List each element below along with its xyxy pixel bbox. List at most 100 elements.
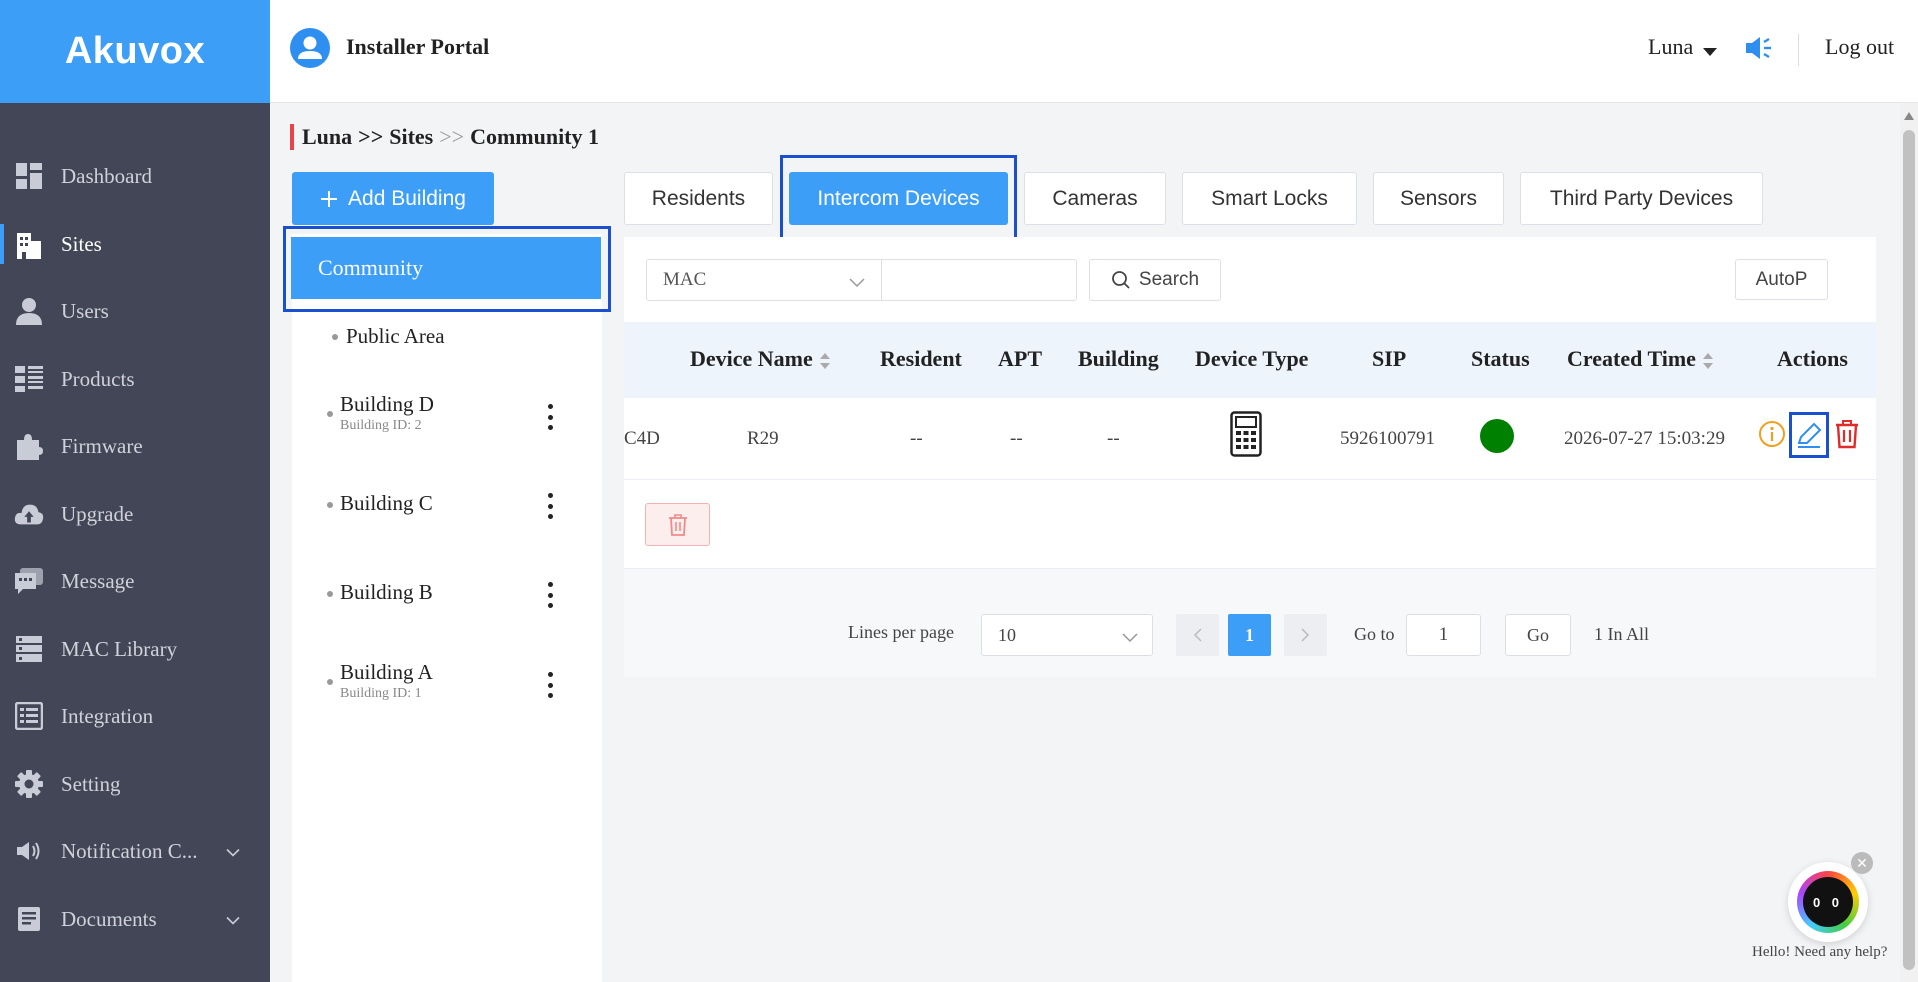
sidebar-item-message[interactable]: Message [0, 553, 270, 609]
go-to-page-input[interactable]: 1 [1406, 614, 1481, 656]
breadcrumb-item-luna[interactable]: Luna [302, 124, 352, 150]
chevron-down-icon [226, 839, 240, 864]
autop-button[interactable]: AutoP [1735, 259, 1828, 300]
highlight-box [780, 155, 1017, 241]
list-icon [14, 364, 44, 394]
tree-item-building-a[interactable]: Building A Building ID: 1 [292, 660, 592, 710]
chevron-down-icon [226, 907, 240, 932]
caret-down-icon[interactable] [1703, 44, 1717, 62]
breadcrumb: Luna >> Sites >> Community 1 [290, 124, 599, 150]
sidebar-item-mac-library[interactable]: MAC Library [0, 621, 270, 677]
tree-item-building-c[interactable]: Building C [292, 488, 592, 522]
cloud-upload-icon [14, 499, 44, 529]
scroll-up-arrow-icon[interactable] [1903, 108, 1915, 126]
logout-link[interactable]: Log out [1825, 34, 1894, 60]
integration-icon [14, 701, 44, 731]
column-header-device-name[interactable]: Device Name [690, 346, 831, 372]
column-header-created-time[interactable]: Created Time [1567, 346, 1714, 372]
batch-delete-button[interactable] [645, 503, 710, 546]
tab-residents[interactable]: Residents [624, 172, 773, 225]
search-input[interactable] [881, 259, 1077, 301]
sidebar-item-users[interactable]: Users [0, 283, 270, 339]
message-icon [14, 566, 44, 596]
total-count: 1 In All [1594, 624, 1650, 644]
breadcrumb-separator: >> [439, 124, 465, 149]
more-vertical-icon[interactable] [543, 672, 557, 698]
add-building-button[interactable]: Add Building [292, 172, 494, 225]
sort-icon[interactable] [1702, 352, 1714, 370]
column-header-label: Device Name [690, 346, 813, 371]
speaker-icon[interactable] [1744, 34, 1774, 67]
trash-icon [668, 513, 687, 536]
help-assistant-button[interactable]: 0 0 [1788, 862, 1868, 942]
logo-area[interactable]: Akuvox [0, 0, 270, 103]
tree-item-label: Public Area [346, 324, 445, 348]
bullet-icon [327, 679, 333, 685]
speaker-icon [14, 836, 44, 866]
door-phone-icon [1230, 411, 1262, 462]
sidebar-item-label: Integration [61, 703, 154, 728]
cell-sip: 5926100791 [1340, 428, 1435, 449]
scrollbar-thumb[interactable] [1903, 130, 1915, 970]
document-icon [14, 904, 44, 934]
page-size-select[interactable]: 10 [981, 614, 1153, 656]
add-building-label: Add Building [348, 186, 466, 210]
more-vertical-icon[interactable] [543, 493, 557, 519]
assistant-face: 0 0 [1803, 877, 1853, 927]
go-button[interactable]: Go [1505, 614, 1571, 656]
sidebar-item-label: Message [61, 568, 135, 593]
page-number-current[interactable]: 1 [1228, 614, 1271, 656]
sort-icon[interactable] [819, 352, 831, 370]
sidebar-item-integration[interactable]: Integration [0, 688, 270, 744]
tree-item-public-area[interactable]: Public Area [292, 320, 592, 354]
tree-item-building-d[interactable]: Building D Building ID: 2 [292, 392, 592, 442]
sidebar-item-firmware[interactable]: Firmware [0, 418, 270, 474]
cell-mac: C4D [624, 428, 660, 449]
cell-device-name: R29 [747, 428, 779, 449]
gear-icon [14, 769, 44, 799]
search-button-label: Search [1138, 269, 1200, 290]
tab-cameras[interactable]: Cameras [1024, 172, 1166, 225]
sidebar-item-sites[interactable]: Sites [0, 216, 270, 272]
cell-resident: -- [910, 428, 923, 449]
more-vertical-icon[interactable] [543, 404, 557, 430]
tree-item-label: Building D [340, 392, 434, 416]
tab-sensors[interactable]: Sensors [1373, 172, 1504, 225]
edit-button[interactable] [1789, 412, 1829, 458]
sidebar-item-products[interactable]: Products [0, 351, 270, 407]
sidebar-item-label: Documents [61, 906, 157, 931]
mac-filter-select[interactable]: MAC [646, 259, 882, 301]
tree-item-building-b[interactable]: Building B [292, 577, 592, 611]
close-icon[interactable]: ✕ [1851, 852, 1873, 874]
breadcrumb-separator: >> [358, 124, 384, 149]
user-menu[interactable]: Luna [1648, 34, 1693, 60]
breadcrumb-accent [290, 124, 294, 150]
sidebar-item-setting[interactable]: Setting [0, 756, 270, 812]
delete-trash-icon[interactable] [1833, 419, 1861, 454]
tab-third-party-devices[interactable]: Third Party Devices [1520, 172, 1763, 225]
sidebar-item-dashboard[interactable]: Dashboard [0, 148, 270, 204]
go-to-label: Go to [1354, 624, 1395, 644]
sidebar-item-documents[interactable]: Documents [0, 891, 270, 947]
sidebar-item-label: Products [61, 366, 135, 391]
sidebar-item-label: Sites [61, 231, 102, 256]
search-icon [1111, 271, 1130, 289]
tab-smart-locks[interactable]: Smart Locks [1182, 172, 1357, 225]
next-page-button[interactable] [1284, 614, 1327, 656]
sidebar-item-upgrade[interactable]: Upgrade [0, 486, 270, 542]
search-button[interactable]: Search [1089, 259, 1221, 301]
highlight-box [283, 226, 611, 312]
portal-title: Installer Portal [346, 34, 490, 59]
prev-page-button[interactable] [1176, 614, 1219, 656]
user-icon [14, 296, 44, 326]
sidebar-item-notification-center[interactable]: Notification C... [0, 823, 270, 879]
tree-item-label: Building C [340, 491, 433, 515]
breadcrumb-item-current: Community 1 [470, 124, 600, 149]
info-icon[interactable] [1758, 420, 1786, 453]
breadcrumb-item-sites[interactable]: Sites [389, 124, 433, 150]
header-divider [1798, 34, 1799, 66]
page-size-value: 10 [998, 624, 1016, 645]
more-vertical-icon[interactable] [543, 582, 557, 608]
column-header-device-type: Device Type [1195, 346, 1309, 371]
puzzle-icon [14, 431, 44, 461]
